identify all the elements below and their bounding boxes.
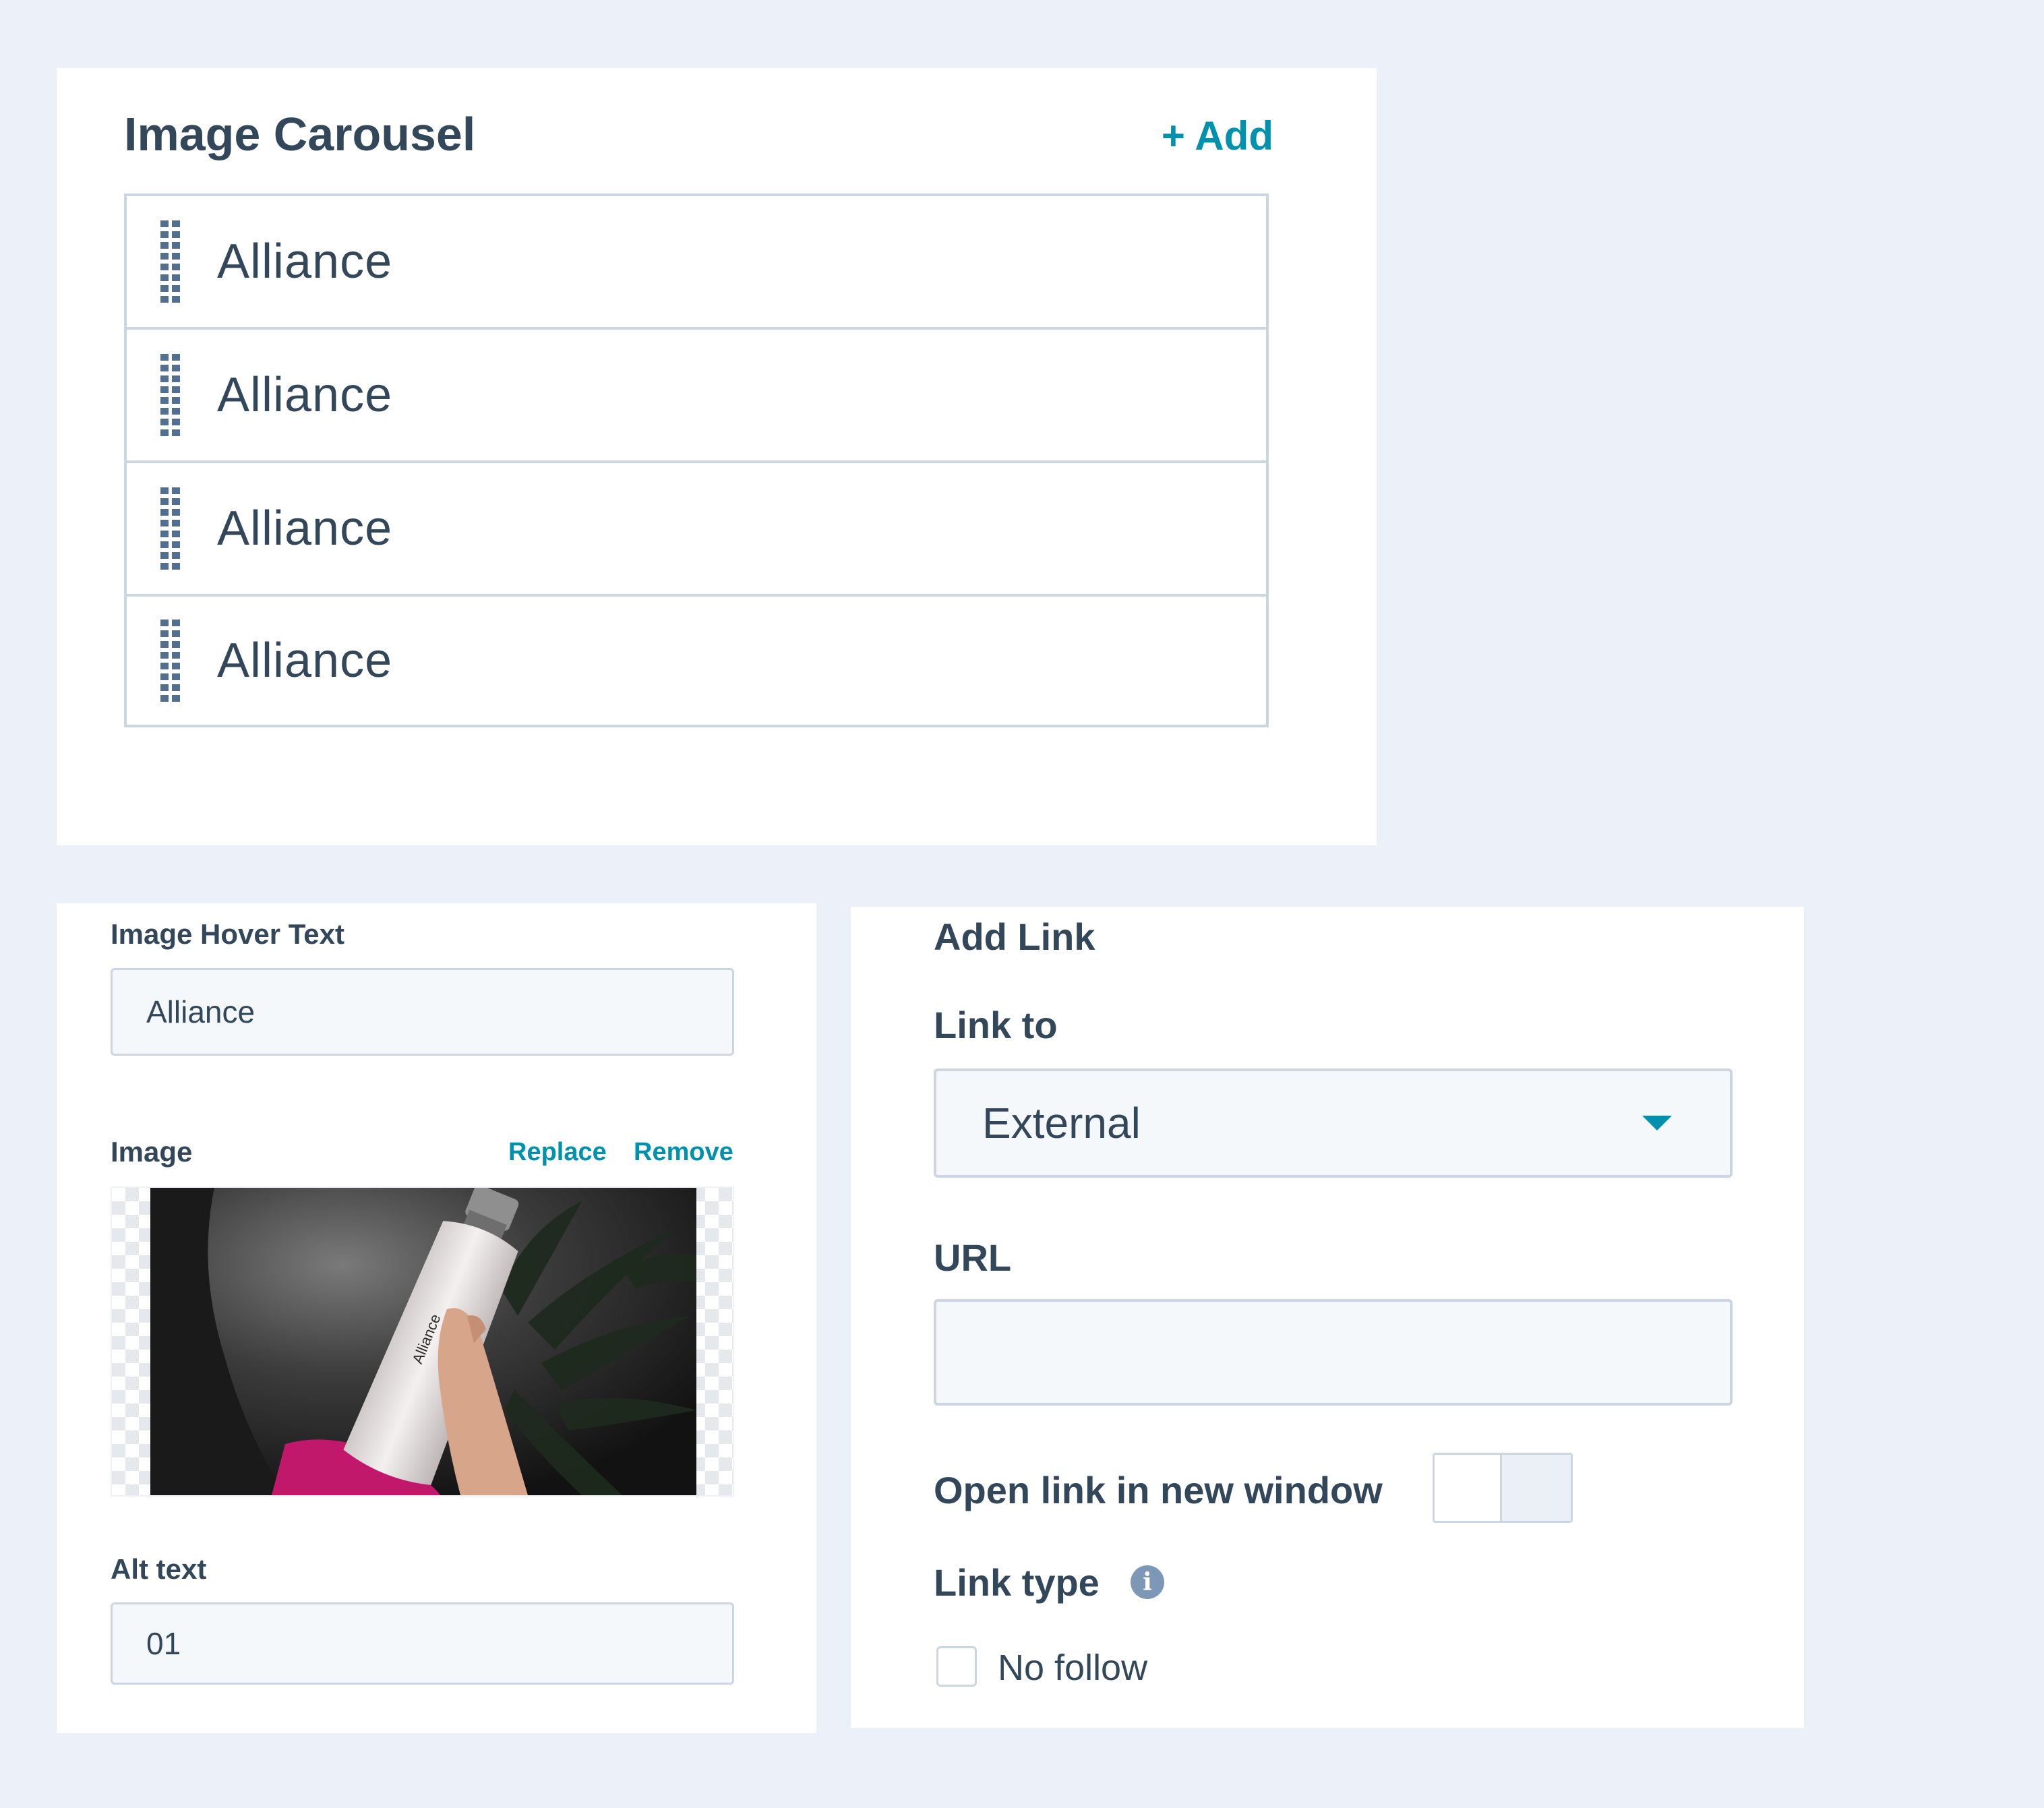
carousel-item[interactable]: Alliance [127, 463, 1266, 597]
drag-handle-icon[interactable] [160, 620, 181, 702]
drag-handle-icon[interactable] [160, 354, 181, 436]
add-link-title: Add Link [934, 915, 1095, 958]
remove-image-button[interactable]: Remove [634, 1138, 733, 1167]
new-window-toggle[interactable] [1433, 1453, 1573, 1523]
replace-image-button[interactable]: Replace [508, 1138, 607, 1167]
image-carousel-panel: Image Carousel + Add Alliance Alliance A… [57, 68, 1377, 845]
carousel-item[interactable]: Alliance [127, 597, 1266, 725]
image-preview[interactable]: Alliance [111, 1186, 734, 1497]
no-follow-checkbox[interactable] [936, 1646, 977, 1687]
drag-handle-icon[interactable] [160, 487, 181, 570]
hover-text-input[interactable] [111, 968, 734, 1056]
carousel-title: Image Carousel [124, 108, 476, 160]
new-window-label: Open link in new window [934, 1469, 1383, 1511]
info-icon[interactable]: i [1131, 1565, 1164, 1599]
url-input[interactable] [934, 1299, 1733, 1406]
add-item-button[interactable]: + Add [1162, 113, 1273, 159]
caret-down-icon [1642, 1116, 1672, 1131]
link-to-label: Link to [934, 1004, 1058, 1046]
no-follow-label: No follow [998, 1648, 1148, 1688]
carousel-item-label: Alliance [217, 235, 393, 289]
image-label: Image [111, 1136, 193, 1168]
link-to-value: External [982, 1099, 1141, 1147]
link-to-select[interactable]: External [934, 1068, 1733, 1178]
carousel-item[interactable]: Alliance [127, 330, 1266, 463]
carousel-item-list: Alliance Alliance Alliance Alliance [124, 193, 1269, 727]
link-type-label: Link type [934, 1561, 1100, 1604]
carousel-item-label: Alliance [217, 368, 393, 422]
alt-text-label: Alt text [111, 1553, 207, 1585]
url-label: URL [934, 1236, 1012, 1279]
carousel-item-label: Alliance [217, 502, 393, 555]
carousel-item-label: Alliance [217, 634, 393, 688]
carousel-item[interactable]: Alliance [127, 196, 1266, 330]
image-settings-panel: Image Hover Text Image Replace Remove [57, 903, 816, 1733]
image-photo: Alliance [150, 1188, 696, 1495]
link-settings-panel: Add Link Link to External URL Open link … [851, 907, 1804, 1728]
alt-text-input[interactable] [111, 1602, 734, 1685]
hover-text-label: Image Hover Text [111, 918, 345, 950]
drag-handle-icon[interactable] [160, 220, 181, 303]
toggle-track [1500, 1455, 1571, 1521]
